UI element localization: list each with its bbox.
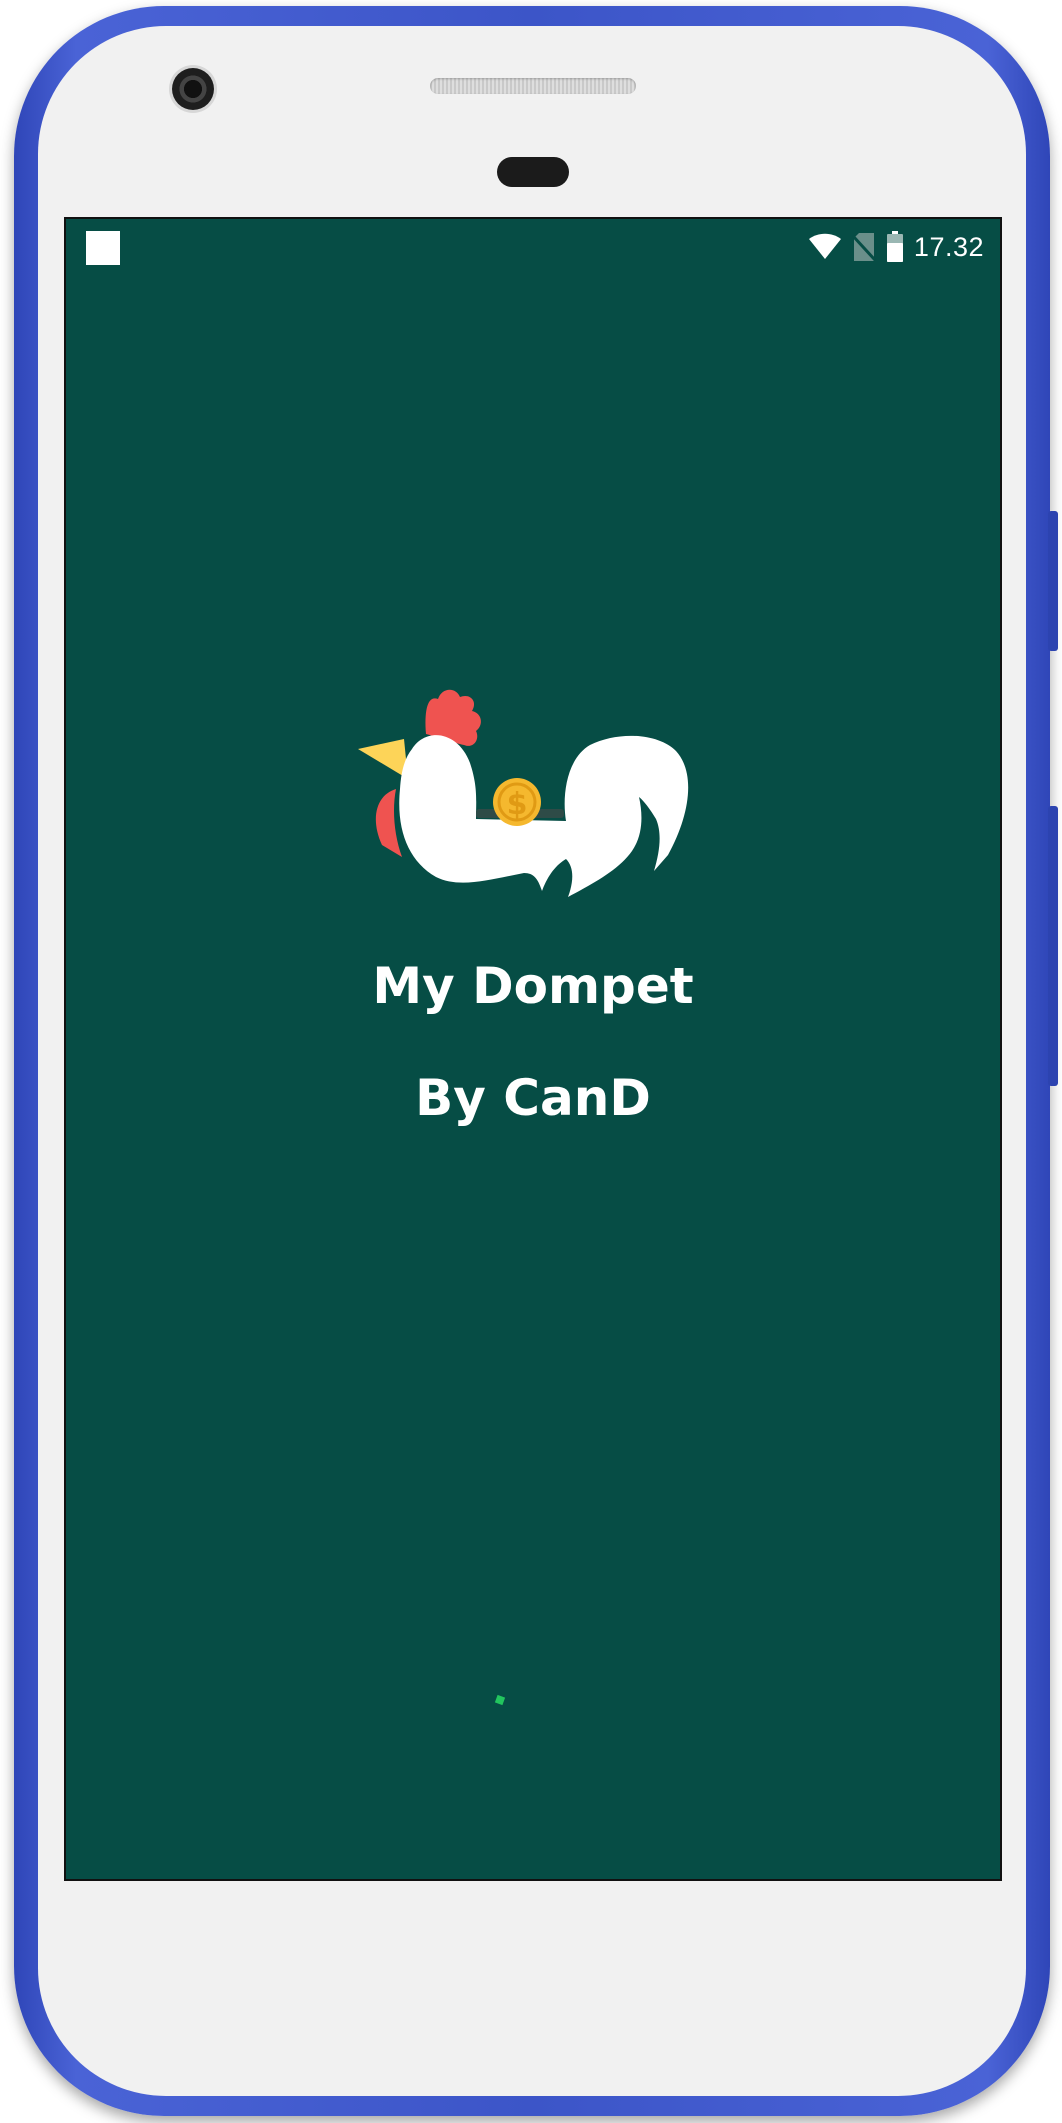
earpiece-speaker (430, 78, 636, 94)
wattle (375, 789, 402, 857)
front-camera (172, 68, 214, 110)
loading-indicator (494, 1694, 506, 1706)
volume-button (1048, 806, 1058, 1086)
status-time: 17.32 (913, 231, 984, 262)
beak (358, 739, 408, 779)
notification-square-icon (86, 231, 120, 265)
status-icons: 17.32 (808, 229, 984, 265)
app-subtitle: By CanD (415, 1069, 651, 1127)
power-button (1048, 511, 1058, 651)
battery-icon (886, 231, 903, 262)
wifi-icon (808, 233, 841, 259)
proximity-sensor (497, 157, 569, 187)
status-bar: 17.32 (66, 219, 1000, 275)
app-screen: 17.32 $ My Dompet By CanD (64, 217, 1002, 1881)
rooster-piggy-bank-logo: $ (358, 689, 689, 897)
no-sim-icon (851, 233, 876, 262)
dollar-sign: $ (507, 787, 528, 822)
app-title: My Dompet (372, 957, 694, 1015)
